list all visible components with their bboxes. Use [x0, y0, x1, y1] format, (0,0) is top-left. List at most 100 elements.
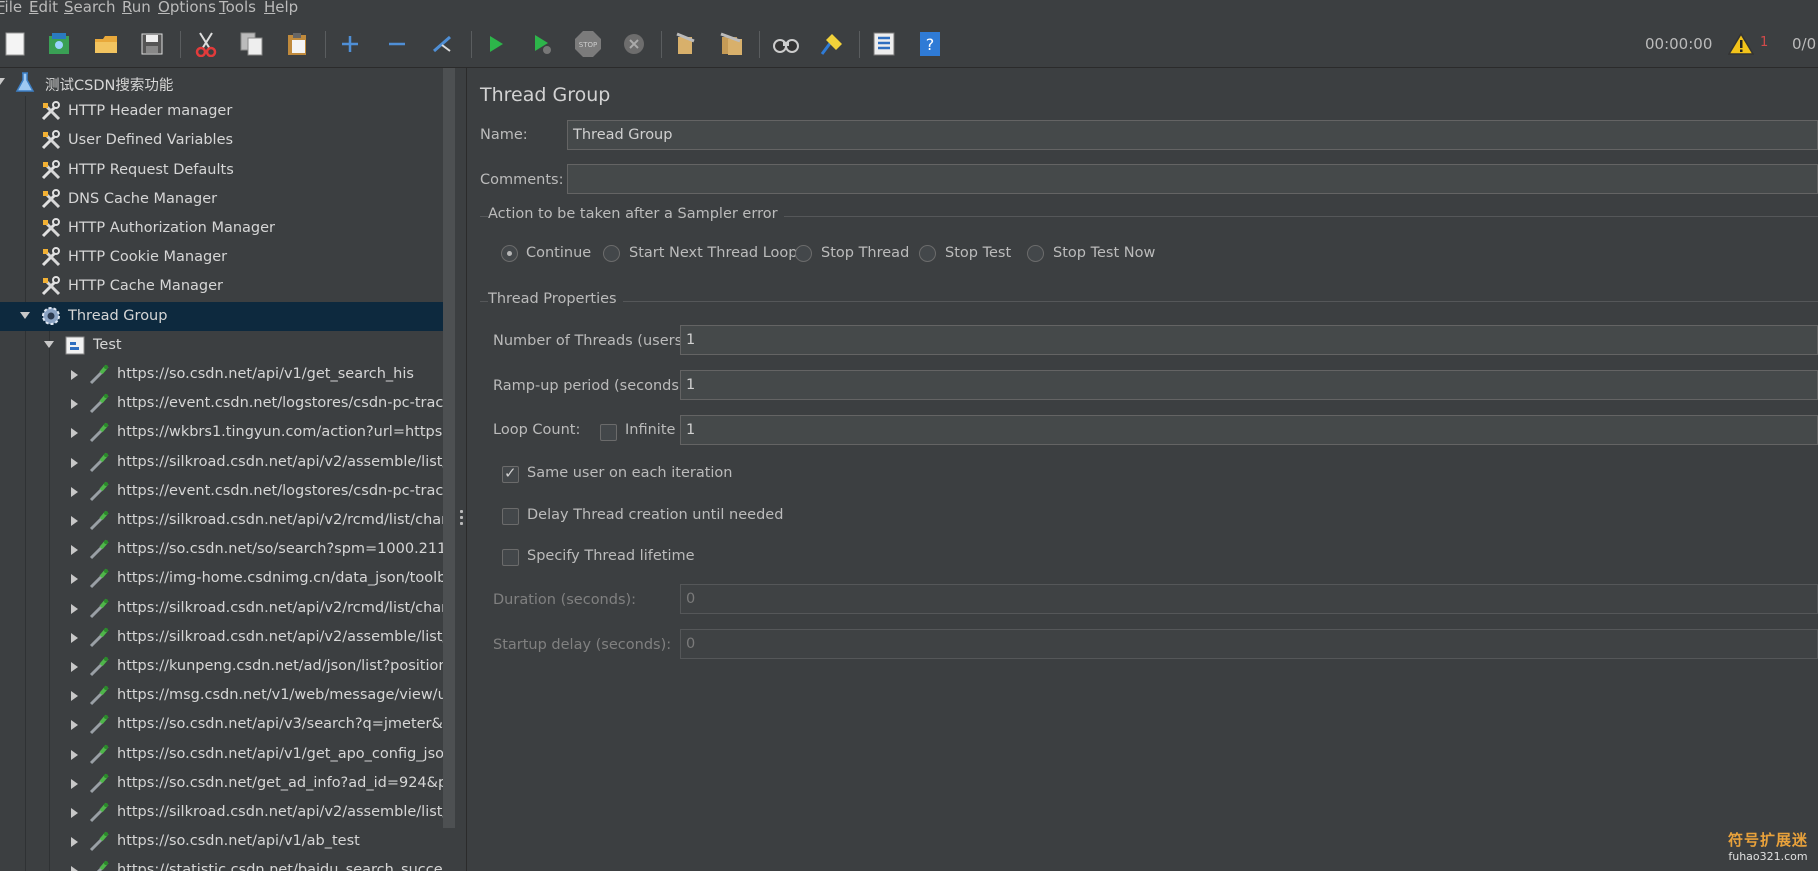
- comments-field[interactable]: [567, 164, 1818, 194]
- menu-run[interactable]: Run: [122, 0, 151, 21]
- collapsed-arrow-icon[interactable]: [71, 428, 78, 439]
- tree-sampler[interactable]: https://so.csdn.net/api/v1/get_search_hi…: [0, 360, 443, 389]
- tree-sampler[interactable]: https://event.csdn.net/logstores/csdn-pc…: [0, 389, 443, 418]
- collapsed-arrow-icon[interactable]: [71, 866, 78, 871]
- help-icon[interactable]: ?: [915, 29, 945, 59]
- delay-thread-label[interactable]: Delay Thread creation until needed: [527, 507, 783, 523]
- new-icon[interactable]: [0, 29, 30, 59]
- menu-file[interactable]: File: [0, 0, 22, 21]
- tree-scrollbar[interactable]: [443, 68, 455, 828]
- tree-sampler[interactable]: https://so.csdn.net/api/v3/search?q=jmet…: [0, 710, 443, 739]
- warning-icon[interactable]: [1726, 29, 1756, 59]
- tree-config-item[interactable]: HTTP Request Defaults: [0, 156, 443, 185]
- radio-stop-thread-label[interactable]: Stop Thread: [821, 245, 909, 261]
- collapsed-arrow-icon[interactable]: [71, 662, 78, 672]
- same-user-checkbox[interactable]: ✓: [502, 464, 519, 483]
- save-icon[interactable]: [137, 29, 167, 59]
- tree-root[interactable]: 测试CSDN搜索功能: [0, 68, 443, 97]
- tree-sampler[interactable]: https://silkroad.csdn.net/api/v2/assembl…: [0, 798, 443, 827]
- radio-start-next-thread-loop[interactable]: [603, 245, 620, 262]
- tree-sampler[interactable]: https://so.csdn.net/api/v1/get_apo_confi…: [0, 740, 443, 769]
- collapsed-arrow-icon[interactable]: [71, 691, 78, 702]
- tree-controller-test[interactable]: Test: [0, 331, 443, 360]
- collapsed-arrow-icon[interactable]: [71, 574, 78, 585]
- radio-start-next-thread-loop-label[interactable]: Start Next Thread Loop: [629, 245, 798, 261]
- tree-thread-group[interactable]: Thread Group: [0, 301, 443, 331]
- collapsed-arrow-icon[interactable]: [71, 545, 78, 556]
- collapsed-arrow-icon[interactable]: [71, 457, 78, 468]
- tree-sampler[interactable]: https://kunpeng.csdn.net/ad/json/list?po…: [0, 652, 443, 681]
- tree-sampler[interactable]: https://event.csdn.net/logstores/csdn-pc…: [0, 477, 443, 506]
- tree-sampler[interactable]: https://silkroad.csdn.net/api/v2/rcmd/li…: [0, 506, 443, 535]
- collapsed-arrow-icon[interactable]: [71, 516, 78, 526]
- tree-config-item[interactable]: HTTP Cache Manager: [0, 272, 443, 301]
- tree-config-item[interactable]: HTTP Cookie Manager: [0, 243, 443, 272]
- tree-sampler[interactable]: https://silkroad.csdn.net/api/v2/assembl…: [0, 623, 443, 652]
- tree-sampler[interactable]: https://so.csdn.net/so/search?spm=1000.2…: [0, 535, 443, 564]
- menu-edit[interactable]: Edit: [29, 0, 58, 21]
- tree-sampler[interactable]: https://silkroad.csdn.net/api/v2/rcmd/li…: [0, 594, 443, 623]
- cut-icon[interactable]: [191, 29, 221, 59]
- start-icon[interactable]: [481, 29, 511, 59]
- expanded-arrow-icon[interactable]: [44, 340, 54, 348]
- collapsed-arrow-icon[interactable]: [71, 808, 78, 818]
- stop-icon[interactable]: STOP: [573, 29, 603, 59]
- radio-stop-test[interactable]: [919, 245, 936, 262]
- menu-search[interactable]: Search: [64, 0, 116, 21]
- radio-stop-thread[interactable]: [795, 245, 812, 262]
- toggle-icon[interactable]: [428, 29, 458, 59]
- tree-config-item[interactable]: HTTP Header manager: [0, 97, 443, 126]
- tree-config-item[interactable]: User Defined Variables: [0, 126, 443, 155]
- tree-config-item[interactable]: DNS Cache Manager: [0, 185, 443, 214]
- radio-stop-test-label[interactable]: Stop Test: [945, 245, 1011, 261]
- splitter-handle[interactable]: [460, 510, 464, 528]
- start-no-timers-icon[interactable]: [527, 29, 557, 59]
- thread-lifetime-label[interactable]: Specify Thread lifetime: [527, 548, 695, 564]
- same-user-label[interactable]: Same user on each iteration: [527, 465, 733, 481]
- collapsed-arrow-icon[interactable]: [71, 370, 78, 380]
- tree-sampler[interactable]: https://statistic.csdn.net/baidu_search_…: [0, 856, 443, 871]
- copy-icon[interactable]: [237, 29, 267, 59]
- clear-all-icon[interactable]: [717, 29, 747, 59]
- rampup-field[interactable]: 1: [680, 370, 1818, 400]
- infinite-checkbox[interactable]: [600, 424, 617, 441]
- menu-options[interactable]: Options: [158, 0, 216, 21]
- expand-all-icon[interactable]: [335, 29, 365, 59]
- collapse-all-icon[interactable]: [382, 29, 412, 59]
- radio-continue-label[interactable]: Continue: [526, 245, 591, 261]
- collapsed-arrow-icon[interactable]: [71, 486, 78, 497]
- threads-field[interactable]: 1: [680, 325, 1818, 355]
- collapsed-arrow-icon[interactable]: [71, 632, 78, 643]
- clear-icon[interactable]: [671, 29, 701, 59]
- infinite-label[interactable]: Infinite: [625, 422, 675, 438]
- radio-stop-test-now-label[interactable]: Stop Test Now: [1053, 245, 1155, 261]
- tree-config-item[interactable]: HTTP Authorization Manager: [0, 214, 443, 243]
- reset-search-icon[interactable]: [817, 29, 847, 59]
- radio-continue[interactable]: [501, 245, 518, 262]
- tree-sampler[interactable]: https://msg.csdn.net/v1/web/message/view…: [0, 681, 443, 710]
- search-icon[interactable]: [771, 29, 801, 59]
- thread-lifetime-checkbox[interactable]: [502, 549, 519, 566]
- tree-sampler[interactable]: https://so.csdn.net/api/v1/ab_test: [0, 827, 443, 856]
- collapsed-arrow-icon[interactable]: [71, 603, 78, 614]
- shutdown-icon[interactable]: [619, 29, 649, 59]
- paste-icon[interactable]: [283, 29, 313, 59]
- name-field[interactable]: Thread Group: [567, 120, 1818, 150]
- delay-thread-checkbox[interactable]: [502, 508, 519, 525]
- collapsed-arrow-icon[interactable]: [71, 778, 78, 789]
- collapsed-arrow-icon[interactable]: [71, 749, 78, 760]
- loop-count-field[interactable]: 1: [680, 415, 1818, 445]
- templates-icon[interactable]: [44, 29, 74, 59]
- tree-sampler[interactable]: https://so.csdn.net/get_ad_info?ad_id=92…: [0, 769, 443, 798]
- function-helper-icon[interactable]: [869, 29, 899, 59]
- tree-sampler[interactable]: https://wkbrs1.tingyun.com/action?url=ht…: [0, 418, 443, 447]
- menu-tools[interactable]: Tools: [219, 0, 256, 21]
- radio-stop-test-now[interactable]: [1027, 245, 1044, 262]
- expanded-arrow-icon[interactable]: [0, 78, 5, 85]
- tree-sampler[interactable]: https://img-home.csdnimg.cn/data_json/to…: [0, 564, 443, 593]
- expanded-arrow-icon[interactable]: [20, 311, 30, 319]
- menu-help[interactable]: Help: [264, 0, 298, 21]
- open-icon[interactable]: [91, 29, 121, 59]
- collapsed-arrow-icon[interactable]: [71, 399, 78, 410]
- collapsed-arrow-icon[interactable]: [71, 837, 78, 848]
